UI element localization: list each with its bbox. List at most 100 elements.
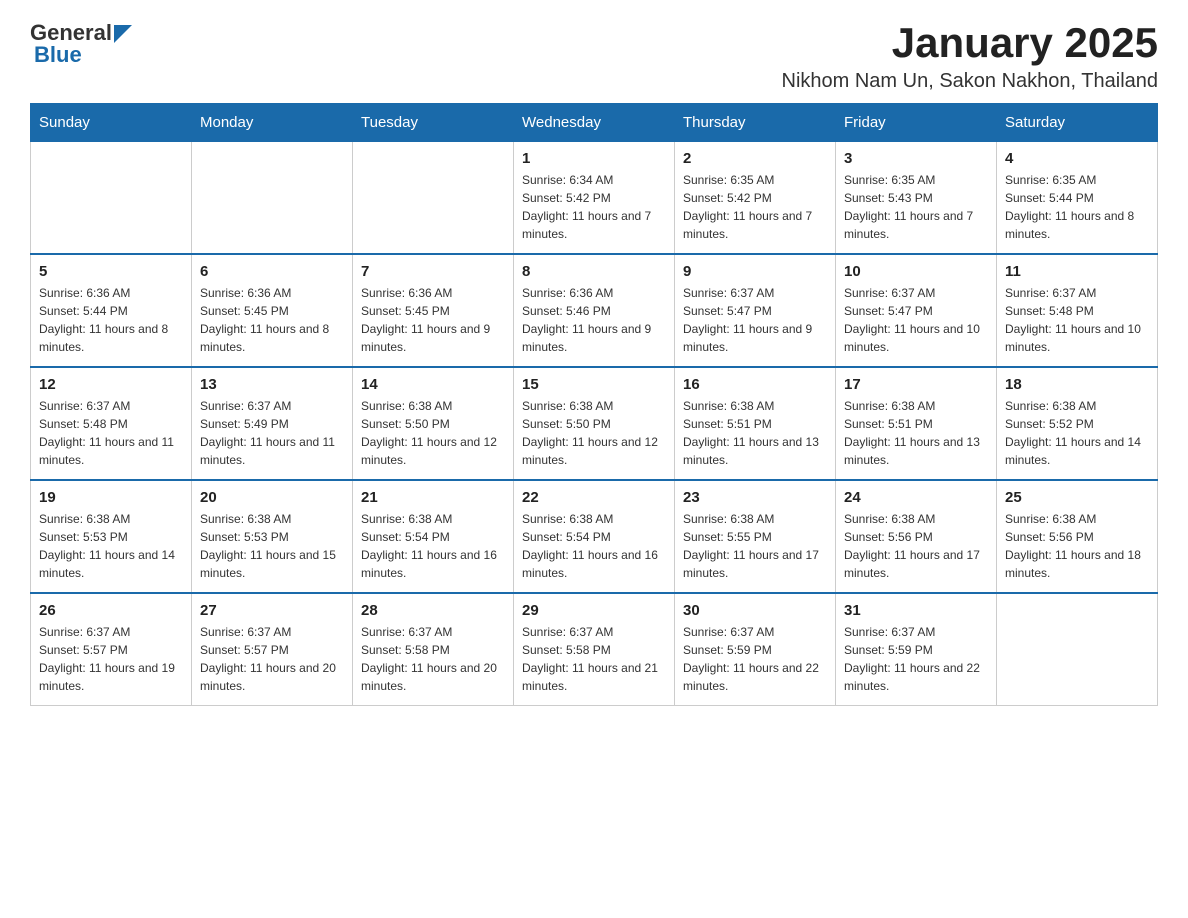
day-info: Sunrise: 6:37 AMSunset: 5:49 PMDaylight:… xyxy=(200,397,344,469)
day-number: 2 xyxy=(683,150,827,167)
calendar-cell: 28 Sunrise: 6:37 AMSunset: 5:58 PMDayligh… xyxy=(353,593,514,706)
day-info: Sunrise: 6:37 AMSunset: 5:48 PMDaylight:… xyxy=(1005,284,1149,356)
calendar-cell xyxy=(997,593,1158,706)
day-number: 19 xyxy=(39,489,183,506)
calendar-cell: 2 Sunrise: 6:35 AMSunset: 5:42 PMDaylight… xyxy=(675,142,836,255)
day-number: 24 xyxy=(844,489,988,506)
day-number: 15 xyxy=(522,376,666,393)
day-info: Sunrise: 6:34 AMSunset: 5:42 PMDaylight:… xyxy=(522,171,666,243)
day-number: 31 xyxy=(844,602,988,619)
day-number: 26 xyxy=(39,602,183,619)
calendar-cell: 10 Sunrise: 6:37 AMSunset: 5:47 PMDayligh… xyxy=(836,254,997,367)
day-info: Sunrise: 6:37 AMSunset: 5:59 PMDaylight:… xyxy=(844,623,988,695)
day-number: 3 xyxy=(844,150,988,167)
day-info: Sunrise: 6:37 AMSunset: 5:58 PMDaylight:… xyxy=(361,623,505,695)
day-number: 14 xyxy=(361,376,505,393)
header-row: SundayMondayTuesdayWednesdayThursdayFrid… xyxy=(31,104,1158,142)
page-header: General Blue January 2025 Nikhom Nam Un,… xyxy=(30,20,1158,93)
day-info: Sunrise: 6:36 AMSunset: 5:45 PMDaylight:… xyxy=(361,284,505,356)
calendar-cell xyxy=(353,142,514,255)
day-number: 6 xyxy=(200,263,344,280)
day-number: 22 xyxy=(522,489,666,506)
day-number: 20 xyxy=(200,489,344,506)
header-wednesday: Wednesday xyxy=(514,104,675,142)
calendar-cell: 8 Sunrise: 6:36 AMSunset: 5:46 PMDaylight… xyxy=(514,254,675,367)
day-info: Sunrise: 6:38 AMSunset: 5:55 PMDaylight:… xyxy=(683,510,827,582)
day-info: Sunrise: 6:37 AMSunset: 5:47 PMDaylight:… xyxy=(683,284,827,356)
calendar-cell: 4 Sunrise: 6:35 AMSunset: 5:44 PMDaylight… xyxy=(997,142,1158,255)
day-number: 4 xyxy=(1005,150,1149,167)
calendar-cell: 6 Sunrise: 6:36 AMSunset: 5:45 PMDaylight… xyxy=(192,254,353,367)
week-row-3: 12Sunrise: 6:37 AMSunset: 5:48 PMDayligh… xyxy=(31,367,1158,480)
day-info: Sunrise: 6:36 AMSunset: 5:46 PMDaylight:… xyxy=(522,284,666,356)
calendar-cell: 9 Sunrise: 6:37 AMSunset: 5:47 PMDaylight… xyxy=(675,254,836,367)
day-info: Sunrise: 6:36 AMSunset: 5:44 PMDaylight:… xyxy=(39,284,183,356)
calendar-cell: 17 Sunrise: 6:38 AMSunset: 5:51 PMDayligh… xyxy=(836,367,997,480)
day-number: 7 xyxy=(361,263,505,280)
title-area: January 2025 Nikhom Nam Un, Sakon Nakhon… xyxy=(782,20,1158,93)
calendar-cell: 23 Sunrise: 6:38 AMSunset: 5:55 PMDayligh… xyxy=(675,480,836,593)
calendar-cell: 19 Sunrise: 6:38 AMSunset: 5:53 PMDayligh… xyxy=(31,480,192,593)
day-number: 27 xyxy=(200,602,344,619)
week-row-4: 19 Sunrise: 6:38 AMSunset: 5:53 PMDayligh… xyxy=(31,480,1158,593)
calendar-cell: 16 Sunrise: 6:38 AMSunset: 5:51 PMDayligh… xyxy=(675,367,836,480)
day-info: Sunrise: 6:38 AMSunset: 5:56 PMDaylight:… xyxy=(844,510,988,582)
day-number: 23 xyxy=(683,489,827,506)
calendar-cell: 21 Sunrise: 6:38 AMSunset: 5:54 PMDayligh… xyxy=(353,480,514,593)
week-row-1: 1 Sunrise: 6:34 AMSunset: 5:42 PMDaylight… xyxy=(31,142,1158,255)
day-info: Sunrise: 6:37 AMSunset: 5:47 PMDaylight:… xyxy=(844,284,988,356)
header-thursday: Thursday xyxy=(675,104,836,142)
calendar-cell: 7 Sunrise: 6:36 AMSunset: 5:45 PMDaylight… xyxy=(353,254,514,367)
day-info: Sunrise: 6:35 AMSunset: 5:42 PMDaylight:… xyxy=(683,171,827,243)
header-saturday: Saturday xyxy=(997,104,1158,142)
calendar-cell: 22Sunrise: 6:38 AMSunset: 5:54 PMDayligh… xyxy=(514,480,675,593)
calendar-cell: 27 Sunrise: 6:37 AMSunset: 5:57 PMDayligh… xyxy=(192,593,353,706)
calendar-cell: 14Sunrise: 6:38 AMSunset: 5:50 PMDayligh… xyxy=(353,367,514,480)
day-info: Sunrise: 6:38 AMSunset: 5:54 PMDaylight:… xyxy=(361,510,505,582)
calendar-cell: 13Sunrise: 6:37 AMSunset: 5:49 PMDayligh… xyxy=(192,367,353,480)
calendar-cell: 12Sunrise: 6:37 AMSunset: 5:48 PMDayligh… xyxy=(31,367,192,480)
calendar-cell: 11 Sunrise: 6:37 AMSunset: 5:48 PMDayligh… xyxy=(997,254,1158,367)
calendar-cell: 31 Sunrise: 6:37 AMSunset: 5:59 PMDayligh… xyxy=(836,593,997,706)
day-number: 21 xyxy=(361,489,505,506)
day-number: 30 xyxy=(683,602,827,619)
day-number: 9 xyxy=(683,263,827,280)
day-info: Sunrise: 6:35 AMSunset: 5:44 PMDaylight:… xyxy=(1005,171,1149,243)
day-info: Sunrise: 6:38 AMSunset: 5:52 PMDaylight:… xyxy=(1005,397,1149,469)
day-number: 28 xyxy=(361,602,505,619)
day-info: Sunrise: 6:38 AMSunset: 5:51 PMDaylight:… xyxy=(683,397,827,469)
calendar-table: SundayMondayTuesdayWednesdayThursdayFrid… xyxy=(30,103,1158,706)
day-number: 8 xyxy=(522,263,666,280)
day-info: Sunrise: 6:38 AMSunset: 5:53 PMDaylight:… xyxy=(39,510,183,582)
calendar-cell: 15Sunrise: 6:38 AMSunset: 5:50 PMDayligh… xyxy=(514,367,675,480)
day-number: 1 xyxy=(522,150,666,167)
day-number: 16 xyxy=(683,376,827,393)
day-number: 5 xyxy=(39,263,183,280)
day-info: Sunrise: 6:36 AMSunset: 5:45 PMDaylight:… xyxy=(200,284,344,356)
header-monday: Monday xyxy=(192,104,353,142)
calendar-cell: 24 Sunrise: 6:38 AMSunset: 5:56 PMDayligh… xyxy=(836,480,997,593)
calendar-cell: 25 Sunrise: 6:38 AMSunset: 5:56 PMDayligh… xyxy=(997,480,1158,593)
calendar-cell: 29 Sunrise: 6:37 AMSunset: 5:58 PMDayligh… xyxy=(514,593,675,706)
day-info: Sunrise: 6:38 AMSunset: 5:51 PMDaylight:… xyxy=(844,397,988,469)
day-info: Sunrise: 6:37 AMSunset: 5:48 PMDaylight:… xyxy=(39,397,183,469)
week-row-5: 26 Sunrise: 6:37 AMSunset: 5:57 PMDayligh… xyxy=(31,593,1158,706)
day-number: 10 xyxy=(844,263,988,280)
calendar-cell: 20Sunrise: 6:38 AMSunset: 5:53 PMDayligh… xyxy=(192,480,353,593)
day-number: 17 xyxy=(844,376,988,393)
logo: General Blue xyxy=(30,20,132,68)
day-number: 29 xyxy=(522,602,666,619)
day-info: Sunrise: 6:37 AMSunset: 5:57 PMDaylight:… xyxy=(200,623,344,695)
header-tuesday: Tuesday xyxy=(353,104,514,142)
day-number: 25 xyxy=(1005,489,1149,506)
main-title: January 2025 xyxy=(782,20,1158,66)
subtitle: Nikhom Nam Un, Sakon Nakhon, Thailand xyxy=(782,70,1158,93)
calendar-cell: 1 Sunrise: 6:34 AMSunset: 5:42 PMDaylight… xyxy=(514,142,675,255)
day-info: Sunrise: 6:37 AMSunset: 5:59 PMDaylight:… xyxy=(683,623,827,695)
calendar-cell: 26 Sunrise: 6:37 AMSunset: 5:57 PMDayligh… xyxy=(31,593,192,706)
day-info: Sunrise: 6:37 AMSunset: 5:57 PMDaylight:… xyxy=(39,623,183,695)
day-info: Sunrise: 6:38 AMSunset: 5:56 PMDaylight:… xyxy=(1005,510,1149,582)
day-info: Sunrise: 6:37 AMSunset: 5:58 PMDaylight:… xyxy=(522,623,666,695)
day-number: 11 xyxy=(1005,263,1149,280)
calendar-cell: 3Sunrise: 6:35 AMSunset: 5:43 PMDaylight… xyxy=(836,142,997,255)
